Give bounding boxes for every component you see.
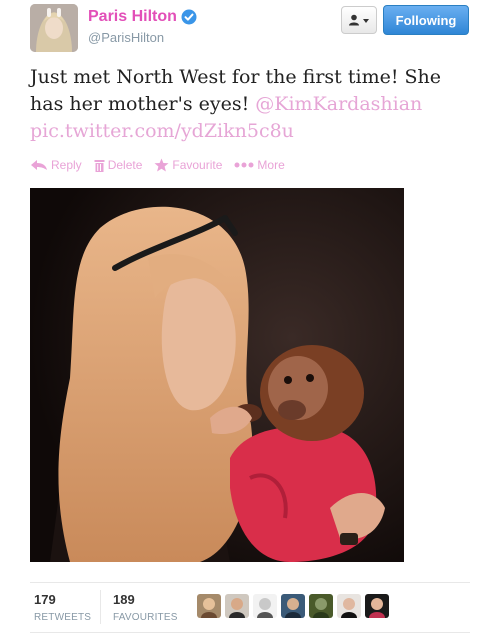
favouriter-avatar[interactable] xyxy=(365,594,389,618)
following-button[interactable]: Following xyxy=(383,5,469,35)
user-actions-dropdown-button[interactable] xyxy=(341,6,377,34)
retweets-stat[interactable]: 179 RETWEETS xyxy=(34,592,91,623)
author-info: Paris Hilton @ParisHilton xyxy=(88,8,197,45)
more-button[interactable]: More xyxy=(234,158,285,172)
reply-button[interactable]: Reply xyxy=(30,158,82,172)
favouriter-avatar[interactable] xyxy=(309,594,333,618)
favourites-stat[interactable]: 189 FAVOURITES xyxy=(113,592,178,623)
mention-link[interactable]: @KimKardashian xyxy=(255,93,422,115)
author-avatar-image xyxy=(30,4,78,52)
favourite-button[interactable]: Favourite xyxy=(154,158,222,172)
favouriter-avatars xyxy=(197,594,389,618)
favouriter-avatar[interactable] xyxy=(281,594,305,618)
verified-badge-icon xyxy=(181,9,197,25)
retweets-label: RETWEETS xyxy=(34,612,92,623)
tweet-photo-image xyxy=(30,188,404,562)
author-handle[interactable]: @ParisHilton xyxy=(88,30,197,45)
favourite-label: Favourite xyxy=(172,158,223,172)
delete-label: Delete xyxy=(107,158,143,172)
favouriter-avatar[interactable] xyxy=(225,594,249,618)
author-display-name: Paris Hilton xyxy=(88,8,177,25)
more-dots-icon xyxy=(234,162,254,168)
user-dropdown-icon xyxy=(349,14,369,26)
tweet-photo[interactable] xyxy=(30,188,404,562)
delete-button[interactable]: Delete xyxy=(94,158,143,172)
pic-link[interactable]: pic.twitter.com/ydZikn5c8u xyxy=(30,120,294,142)
star-icon xyxy=(154,158,169,172)
tweet-actions: Reply Delete Favourite More xyxy=(30,158,285,172)
stats-top-divider xyxy=(30,582,470,583)
reply-icon xyxy=(31,160,47,170)
author-name-link[interactable]: Paris Hilton xyxy=(88,8,197,26)
author-avatar[interactable] xyxy=(30,4,78,52)
more-label: More xyxy=(257,158,285,172)
stats-divider xyxy=(100,590,101,624)
favouriter-avatar[interactable] xyxy=(337,594,361,618)
tweet-text: Just met North West for the first time! … xyxy=(30,64,475,145)
favouriter-avatar[interactable] xyxy=(253,594,277,618)
favourites-label: FAVOURITES xyxy=(113,612,178,623)
stats-bottom-divider xyxy=(30,632,470,633)
favourites-count: 189 xyxy=(113,592,135,607)
favouriter-avatar[interactable] xyxy=(197,594,221,618)
trash-icon xyxy=(94,159,105,172)
retweets-count: 179 xyxy=(34,592,56,607)
reply-label: Reply xyxy=(51,158,82,172)
